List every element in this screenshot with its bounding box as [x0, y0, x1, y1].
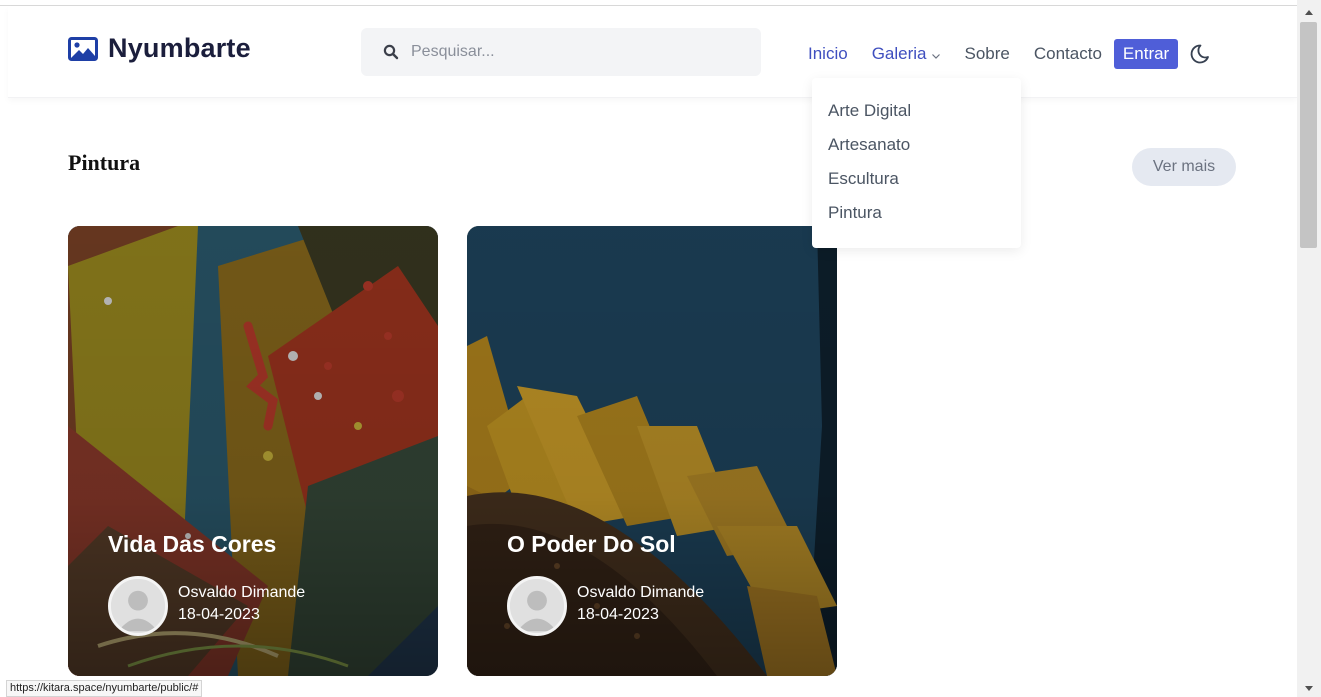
search-input[interactable] — [411, 43, 751, 61]
brand-name: Nyumbarte — [108, 33, 251, 63]
nav-contacto[interactable]: Contacto — [1034, 44, 1102, 64]
galeria-dropdown-menu: Arte Digital Artesanato Escultura Pintur… — [812, 78, 1021, 248]
card-author: Osvaldo Dimande 18-04-2023 — [507, 576, 704, 636]
section-title: Pintura — [68, 150, 141, 175]
post-date: 18-04-2023 — [178, 606, 260, 623]
post-date: 18-04-2023 — [577, 606, 659, 623]
dropdown-item-arte-digital[interactable]: Arte Digital — [812, 100, 1021, 134]
author-meta: Osvaldo Dimande 18-04-2023 — [178, 582, 305, 626]
entrar-button[interactable]: Entrar — [1113, 39, 1179, 69]
moon-icon[interactable] — [1188, 43, 1210, 65]
nav-sobre[interactable]: Sobre — [965, 44, 1010, 64]
dropdown-item-pintura[interactable]: Pintura — [812, 202, 1021, 236]
status-bar-url: https://kitara.space/nyumbarte/public/# — [6, 680, 203, 697]
scroll-down-arrow-icon[interactable] — [1304, 685, 1314, 693]
user-icon — [510, 579, 564, 633]
nav-galeria-label: Galeria — [871, 44, 927, 63]
avatar — [108, 576, 168, 636]
search-box[interactable] — [361, 28, 761, 76]
author-meta: Osvaldo Dimande 18-04-2023 — [577, 582, 704, 626]
nav-inicio[interactable]: Inicio — [808, 44, 848, 64]
image-icon — [68, 36, 98, 61]
artwork-card[interactable]: O Poder Do Sol Osvaldo Dimande 18-04-202… — [467, 226, 837, 676]
author-name: Osvaldo Dimande — [178, 584, 306, 601]
ver-mais-button[interactable]: Ver mais — [1132, 148, 1236, 186]
brand-logo[interactable]: Nyumbarte — [68, 33, 251, 64]
card-title: Vida Das Cores — [108, 531, 277, 557]
card-author: Osvaldo Dimande 18-04-2023 — [108, 576, 305, 636]
card-title: O Poder Do Sol — [507, 531, 676, 557]
user-icon — [111, 579, 165, 633]
scrollbar-thumb[interactable] — [1300, 22, 1317, 248]
page: Nyumbarte Inicio Galeria Sobre Contacto … — [0, 0, 1321, 697]
vertical-scrollbar[interactable] — [1297, 0, 1321, 697]
site-header: Nyumbarte Inicio Galeria Sobre Contacto … — [8, 6, 1297, 98]
artwork-card[interactable]: Vida Das Cores Osvaldo Dimande 18-04-202… — [68, 226, 438, 676]
scroll-up-arrow-icon[interactable] — [1304, 8, 1314, 16]
main-nav: Inicio Galeria Sobre Contacto Entrar — [808, 39, 1210, 69]
dropdown-item-escultura[interactable]: Escultura — [812, 168, 1021, 202]
search-icon — [383, 44, 399, 60]
dropdown-item-artesanato[interactable]: Artesanato — [812, 134, 1021, 168]
author-name: Osvaldo Dimande — [577, 584, 705, 601]
avatar — [507, 576, 567, 636]
nav-galeria[interactable]: Galeria — [872, 44, 941, 64]
chevron-down-icon — [931, 53, 940, 59]
